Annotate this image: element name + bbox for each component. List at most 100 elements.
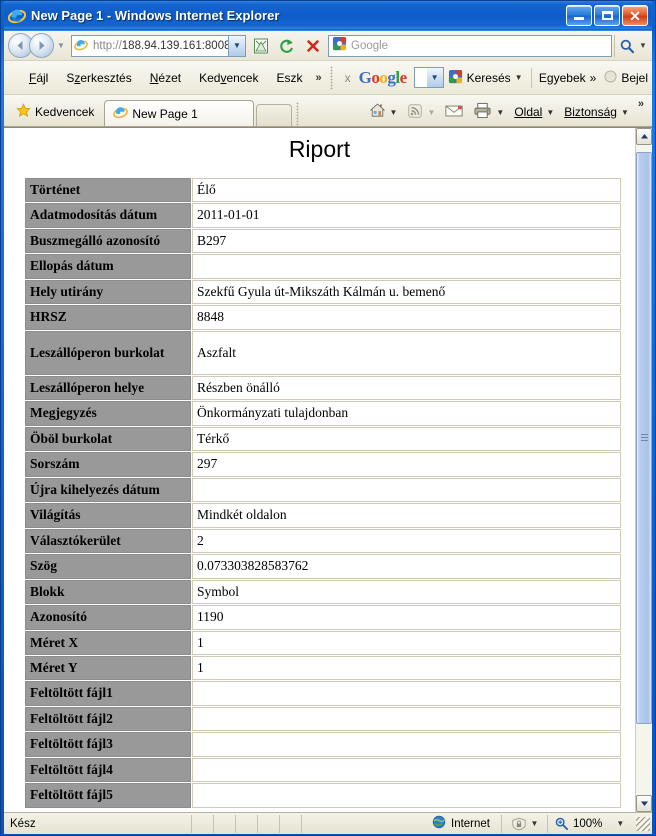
favorites-button[interactable]: Kedvencek xyxy=(12,98,102,126)
google-signin-button[interactable]: Bejel xyxy=(600,69,652,86)
row-label: Világítás xyxy=(25,503,191,528)
table-row: Szög 0.073303828583762 xyxy=(25,554,621,579)
home-button[interactable]: ▼ xyxy=(364,102,403,122)
table-row: Sorszám 297 xyxy=(25,452,621,477)
status-segment-1 xyxy=(192,814,214,833)
google-search-input[interactable]: ▼ xyxy=(413,67,444,88)
search-go-button[interactable] xyxy=(614,34,638,57)
row-label: Feltöltött fájl1 xyxy=(25,681,191,706)
stop-button[interactable] xyxy=(301,35,324,57)
report-table: Történet Élő Adatmodosítás dátum 2011-01-01… xyxy=(24,177,622,809)
row-label: Választókerület xyxy=(25,528,191,554)
chevron-up-icon xyxy=(640,134,648,139)
table-row: Feltöltött fájl5 xyxy=(25,783,621,808)
row-value: 2011-01-01 xyxy=(192,203,621,228)
google-more-button[interactable]: Egyebek » xyxy=(535,71,600,85)
row-value: Térkő xyxy=(192,426,621,452)
address-input[interactable]: http://188.94.139.161:8008 ▼ xyxy=(71,34,246,57)
recent-pages-button[interactable]: ▼ xyxy=(54,33,68,58)
maximize-button[interactable] xyxy=(594,5,620,26)
scroll-up-button[interactable] xyxy=(636,128,652,145)
row-label: Blokk xyxy=(25,579,191,605)
row-value: Mindkét oldalon xyxy=(192,503,621,528)
row-value xyxy=(192,706,621,732)
row-label: Azonosító xyxy=(25,605,191,630)
command-bar-overflow-button[interactable]: » xyxy=(634,98,648,110)
search-box[interactable]: Google xyxy=(328,34,612,57)
google-search-dropdown-icon[interactable]: ▼ xyxy=(426,68,443,87)
refresh-button[interactable] xyxy=(275,35,298,57)
row-label: Ellopás dátum xyxy=(25,254,191,279)
forward-button[interactable] xyxy=(29,33,54,58)
chevron-down-icon: ▼ xyxy=(546,107,555,117)
google-search-button[interactable]: Keresés ▼ xyxy=(444,69,527,87)
ie-page-icon xyxy=(113,105,129,123)
row-value: Önkormányzati tulajdonban xyxy=(192,401,621,426)
resize-grip[interactable] xyxy=(636,816,650,831)
vertical-scrollbar[interactable] xyxy=(635,128,652,812)
google-g-icon xyxy=(448,69,463,87)
google-search-label: Keresés xyxy=(466,70,511,85)
new-tab-button[interactable] xyxy=(256,104,293,126)
menu-item-favorites[interactable]: Kedvencek xyxy=(190,68,267,88)
compatibility-view-button[interactable] xyxy=(249,35,272,57)
url-protocol: http:// xyxy=(93,39,122,52)
protected-mode-button[interactable]: ▼ xyxy=(502,814,548,833)
minimize-button[interactable] xyxy=(566,5,592,26)
row-value: Szekfű Gyula út-Mikszáth Kálmán u. bemen… xyxy=(192,279,621,305)
menu-item-tools[interactable]: Eszk xyxy=(267,68,311,88)
status-text: Kész xyxy=(4,814,192,833)
browser-window: New Page 1 - Windows Internet Explorer ✕… xyxy=(0,0,656,836)
google-signin-label: Bejel xyxy=(621,70,648,85)
menu-overflow-button[interactable]: » xyxy=(312,72,326,84)
double-chevron-right-icon: » xyxy=(589,70,597,85)
page-menu-button[interactable]: Oldal ▼ xyxy=(509,105,559,119)
close-button[interactable]: ✕ xyxy=(622,5,648,26)
scroll-down-button[interactable] xyxy=(636,795,652,812)
feeds-button[interactable]: ▼ xyxy=(402,103,440,122)
page-menu-label: Oldal xyxy=(514,105,543,119)
menu-item-edit[interactable]: Szerkesztés xyxy=(57,68,140,88)
table-row: Blokk Symbol xyxy=(25,579,621,605)
row-label: Történet xyxy=(25,178,191,203)
row-value xyxy=(192,757,621,783)
tab-new-page-1[interactable]: New Page 1 xyxy=(104,100,255,126)
security-zone[interactable]: Internet xyxy=(302,814,502,833)
scrollbar-track[interactable] xyxy=(636,145,652,795)
refresh-icon xyxy=(279,38,293,53)
back-arrow-icon xyxy=(17,41,23,50)
row-value: Aszfalt xyxy=(192,330,621,375)
title-bar: New Page 1 - Windows Internet Explorer ✕ xyxy=(4,1,652,30)
command-bar-grip[interactable] xyxy=(296,102,300,126)
row-label: Megjegyzés xyxy=(25,401,191,426)
table-row: Azonosító 1190 xyxy=(25,605,621,630)
table-row: Világítás Mindkét oldalon xyxy=(25,503,621,528)
scrollbar-grip-icon xyxy=(640,434,648,441)
tab-label: New Page 1 xyxy=(132,106,198,121)
ie-logo-icon xyxy=(8,7,26,25)
menu-item-file[interactable]: Fájl xyxy=(20,68,57,88)
mail-icon xyxy=(445,104,463,121)
row-value: 0.073303828583762 xyxy=(192,554,621,579)
table-row: Feltöltött fájl3 xyxy=(25,732,621,757)
table-row: Öböl burkolat Térkő xyxy=(25,426,621,452)
zoom-control[interactable]: 100% ▼ xyxy=(548,815,636,833)
scrollbar-thumb[interactable] xyxy=(636,151,652,724)
print-button[interactable]: ▼ xyxy=(468,102,509,122)
maximize-icon xyxy=(601,11,613,20)
google-toolbar-close-button[interactable]: x xyxy=(337,71,359,85)
google-wordmark: Google xyxy=(358,67,408,87)
star-icon xyxy=(16,103,31,121)
status-segment-2 xyxy=(214,814,236,833)
row-label: Feltöltött fájl4 xyxy=(25,757,191,783)
client-area: ▼ http://188.94.139.161:8008 ▼ Google ▼ … xyxy=(4,30,652,834)
table-row: Méret Y1 xyxy=(25,655,621,681)
toolbar-grip[interactable] xyxy=(329,65,333,90)
menu-item-view[interactable]: Nézet xyxy=(141,68,190,88)
table-row: Ellopás dátum xyxy=(25,254,621,279)
search-options-button[interactable]: ▼ xyxy=(638,41,648,50)
mail-button[interactable] xyxy=(440,104,468,121)
google-toolbar: x Google ▼ Keresés ▼ Egyebek » Bejel xyxy=(337,67,652,88)
security-menu-button[interactable]: Biztonság ▼ xyxy=(559,105,634,119)
address-dropdown-button[interactable]: ▼ xyxy=(228,35,245,56)
